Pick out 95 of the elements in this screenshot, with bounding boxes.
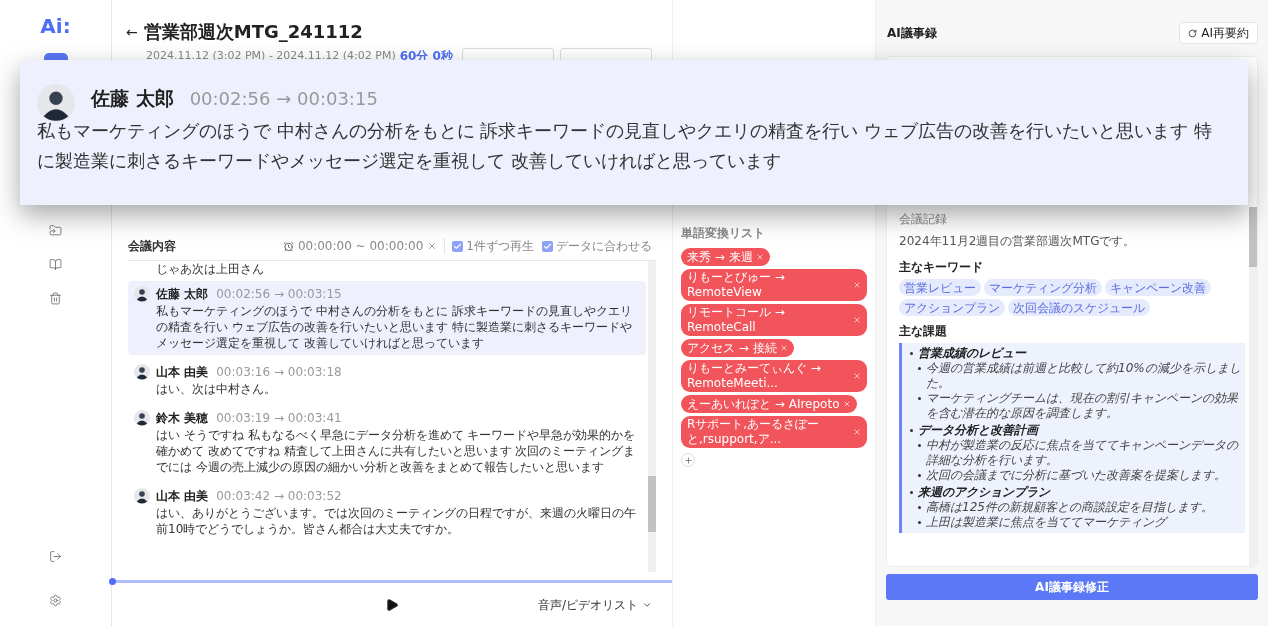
speaker-name: 鈴木 美穂 xyxy=(156,410,209,427)
summary-text: 2024年11月2週目の営業部週次MTGです。 xyxy=(899,233,1137,250)
checkbox[interactable] xyxy=(542,240,553,252)
trash-icon xyxy=(49,291,62,305)
close-icon[interactable] xyxy=(427,241,438,251)
bullet-icon xyxy=(918,397,921,400)
play-button[interactable] xyxy=(385,597,399,612)
checkbox[interactable] xyxy=(452,240,464,252)
edit-minutes-button[interactable]: AI議事録修正 xyxy=(886,574,1258,600)
bullet-icon xyxy=(918,444,921,447)
progress-thumb[interactable] xyxy=(109,578,116,585)
toolbar-button[interactable] xyxy=(560,48,652,60)
transcript-entry[interactable]: 佐藤 太郎 00:02:56 → 00:03:15 私もマーケティングのほうで 中村さんの分析をもとに 訴求キーワードの見直しやクエリの精査を行い ウェブ広告の改善を行いたいと思います 特に製造業に刺さるキーワードやメッセージ選定を重視して 改善していければと思っています xyxy=(128,281,646,355)
bullet-icon xyxy=(918,367,921,370)
alarm-clock-icon xyxy=(282,240,294,252)
issue-title: 来週のアクションプラン xyxy=(918,485,1050,500)
scrollbar[interactable] xyxy=(1249,207,1257,566)
play-icon xyxy=(385,597,399,612)
avatar-icon xyxy=(134,364,150,380)
bullet-icon xyxy=(910,352,913,355)
transcript-entry[interactable]: 鈴木 美穂 00:03:19 → 00:03:41 はい そうですね 私もなるべく早急にデータ分析を進めて キーワードや早急が効果的かを確かめて 改めてですね 精査して上田さんに共有したいと思います 次回のミーティングまでには 今週の売上減少の原因の細かい分析と改善をまとめて報告したいと思います xyxy=(128,405,646,479)
section-label: 会議記録 xyxy=(899,211,948,228)
utterance-text: はい そうですね 私もなるべく早急にデータ分析を進めて キーワードや早急が効果的かを確かめて 改めてですね 精査して上田さんに共有したいと思います 次回のミーティングまでには 今週の売上減少の原因の細かい分析と改善をまとめて報告したいと思います xyxy=(156,427,637,475)
subheading: 主な課題 xyxy=(899,323,948,340)
refresh-icon xyxy=(1188,28,1198,38)
utterance-text: じゃあ次は上田さん xyxy=(156,261,264,277)
issue-title: データ分析と改善計画 xyxy=(918,423,1038,438)
remove-icon[interactable] xyxy=(755,253,764,261)
media-list-dropdown[interactable]: 音声/ビデオリスト xyxy=(537,595,652,614)
issue-detail: マーケティングチームは、現在の割引キャンペーンの効果を含む潜在的な原因を調査します。 xyxy=(926,391,1240,421)
back-button[interactable]: ← xyxy=(126,24,138,39)
timestamp: 00:03:19 → 00:03:41 xyxy=(216,410,342,427)
remove-icon[interactable] xyxy=(779,344,788,352)
bullet-icon xyxy=(918,521,921,524)
bullet-icon xyxy=(918,474,921,477)
transcript-entry[interactable]: 山本 由美 00:03:42 → 00:03:52 はい、ありがとうございます。では次回のミーティングの日程ですが、来週の火曜日の午前10時でどうでしょうか。皆さん都合は大丈夫ですか。 xyxy=(128,483,646,541)
app-logo: Ai: xyxy=(40,16,71,36)
resummarize-button[interactable]: AI再要約 xyxy=(1179,22,1258,44)
scrollbar[interactable] xyxy=(648,261,656,572)
page-title: 営業部週次MTG_241112 xyxy=(143,20,363,44)
timestamp: 00:02:56 → 00:03:15 xyxy=(216,286,342,303)
keyword-chip: キャンペーン改善 xyxy=(1105,279,1211,296)
nav-button[interactable] xyxy=(43,53,68,60)
timestamp: 00:02:56 → 00:03:15 xyxy=(189,86,378,111)
bullet-icon xyxy=(910,429,913,432)
speaker-name: 佐藤 太郎 xyxy=(156,286,209,303)
issue-detail: 次回の会議までに分析に基づいた改善案を提案します。 xyxy=(926,468,1226,483)
logout-icon xyxy=(49,549,62,563)
issue-detail: 中村が製造業の反応に焦点を当ててキャンペーンデータの詳細な分析を行います。 xyxy=(926,438,1240,468)
utterance-text: はい、次は中村さん。 xyxy=(156,381,277,397)
speaker-name: 山本 由美 xyxy=(156,488,209,505)
bullet-icon xyxy=(910,491,913,494)
remove-icon[interactable] xyxy=(853,372,861,380)
utterance-text: はい、ありがとうございます。では次回のミーティングの日程ですが、来週の火曜日の午前10時でどうでしょうか。皆さん都合は大丈夫ですか。 xyxy=(156,505,637,537)
section-title: 会議内容 xyxy=(128,238,176,255)
keyword-chip: マーケティング分析 xyxy=(984,279,1102,296)
avatar-icon xyxy=(134,286,150,302)
check-icon xyxy=(543,241,552,251)
speaker-name: 佐藤 太郎 xyxy=(91,86,174,111)
remove-icon[interactable] xyxy=(853,281,861,289)
date-range: 2024.11.12 (3:02 PM) - 2024.11.12 (4:02 PM) xyxy=(146,47,396,64)
issue-detail: 上田は製造業に焦点を当ててマーケティング xyxy=(926,515,1166,530)
folder-icon xyxy=(49,223,62,237)
toolbar-button[interactable] xyxy=(462,48,554,60)
issue-title: 営業成績のレビュー xyxy=(918,346,1026,361)
keyword-chip: アクションプラン xyxy=(899,299,1005,316)
remove-icon[interactable] xyxy=(853,316,861,324)
timestamp: 00:03:42 → 00:03:52 xyxy=(216,488,342,505)
avatar-icon xyxy=(134,488,150,504)
utterance-text: 私もマーケティングのほうで 中村さんの分析をもとに 訴求キーワードの見直しやクエリの精査を行い ウェブ広告の改善を行いたいと思います 特に製造業に刺さるキーワードやメッセージ選定を重視して 改善していければと思っています xyxy=(156,303,633,351)
keyword-chip: 次回会議のスケジュール xyxy=(1008,299,1150,316)
avatar-icon xyxy=(37,84,75,122)
keyword-chip: 営業レビュー xyxy=(899,279,981,296)
remove-icon[interactable] xyxy=(842,400,851,408)
issue-detail: 今週の営業成績は前週と比較して約10%の減少を示しました。 xyxy=(926,361,1241,391)
bullet-icon xyxy=(918,506,921,509)
checkbox-label: 1件ずつ再生 xyxy=(466,238,534,255)
speaker-name: 山本 由美 xyxy=(156,364,209,381)
utterance-text: 私もマーケティングのほうで 中村さんの分析をもとに 訴求キーワードの見直しやクエリの精査を行い ウェブ広告の改善を行いたいと思います 特に製造業に刺さるキーワードやメッセージ選定を重視して 改善していければと思っています xyxy=(37,118,1213,173)
transcript-entry[interactable]: 山本 由美 00:03:16 → 00:03:18 はい、次は中村さん。 xyxy=(128,359,646,401)
progress-track[interactable] xyxy=(112,580,672,583)
plus-icon xyxy=(683,455,693,465)
remove-icon[interactable] xyxy=(853,428,861,436)
transcript-entry[interactable]: じゃあ次は上田さん xyxy=(128,261,646,277)
check-icon xyxy=(453,241,463,251)
panel-title: AI議事録 xyxy=(887,25,937,42)
time-range: 00:00:00 ~ 00:00:00 xyxy=(297,238,424,255)
book-icon xyxy=(49,257,62,271)
issue-detail: 高橋は125件の新規顧客との商談設定を目指します。 xyxy=(926,500,1213,515)
checkbox-label: データに合わせる xyxy=(556,238,652,255)
timestamp: 00:03:16 → 00:03:18 xyxy=(216,364,342,381)
avatar-icon xyxy=(134,410,150,426)
section-title: 単語変換リスト xyxy=(681,226,765,240)
subheading: 主なキーワード xyxy=(899,259,984,276)
settings-icon xyxy=(49,593,62,607)
